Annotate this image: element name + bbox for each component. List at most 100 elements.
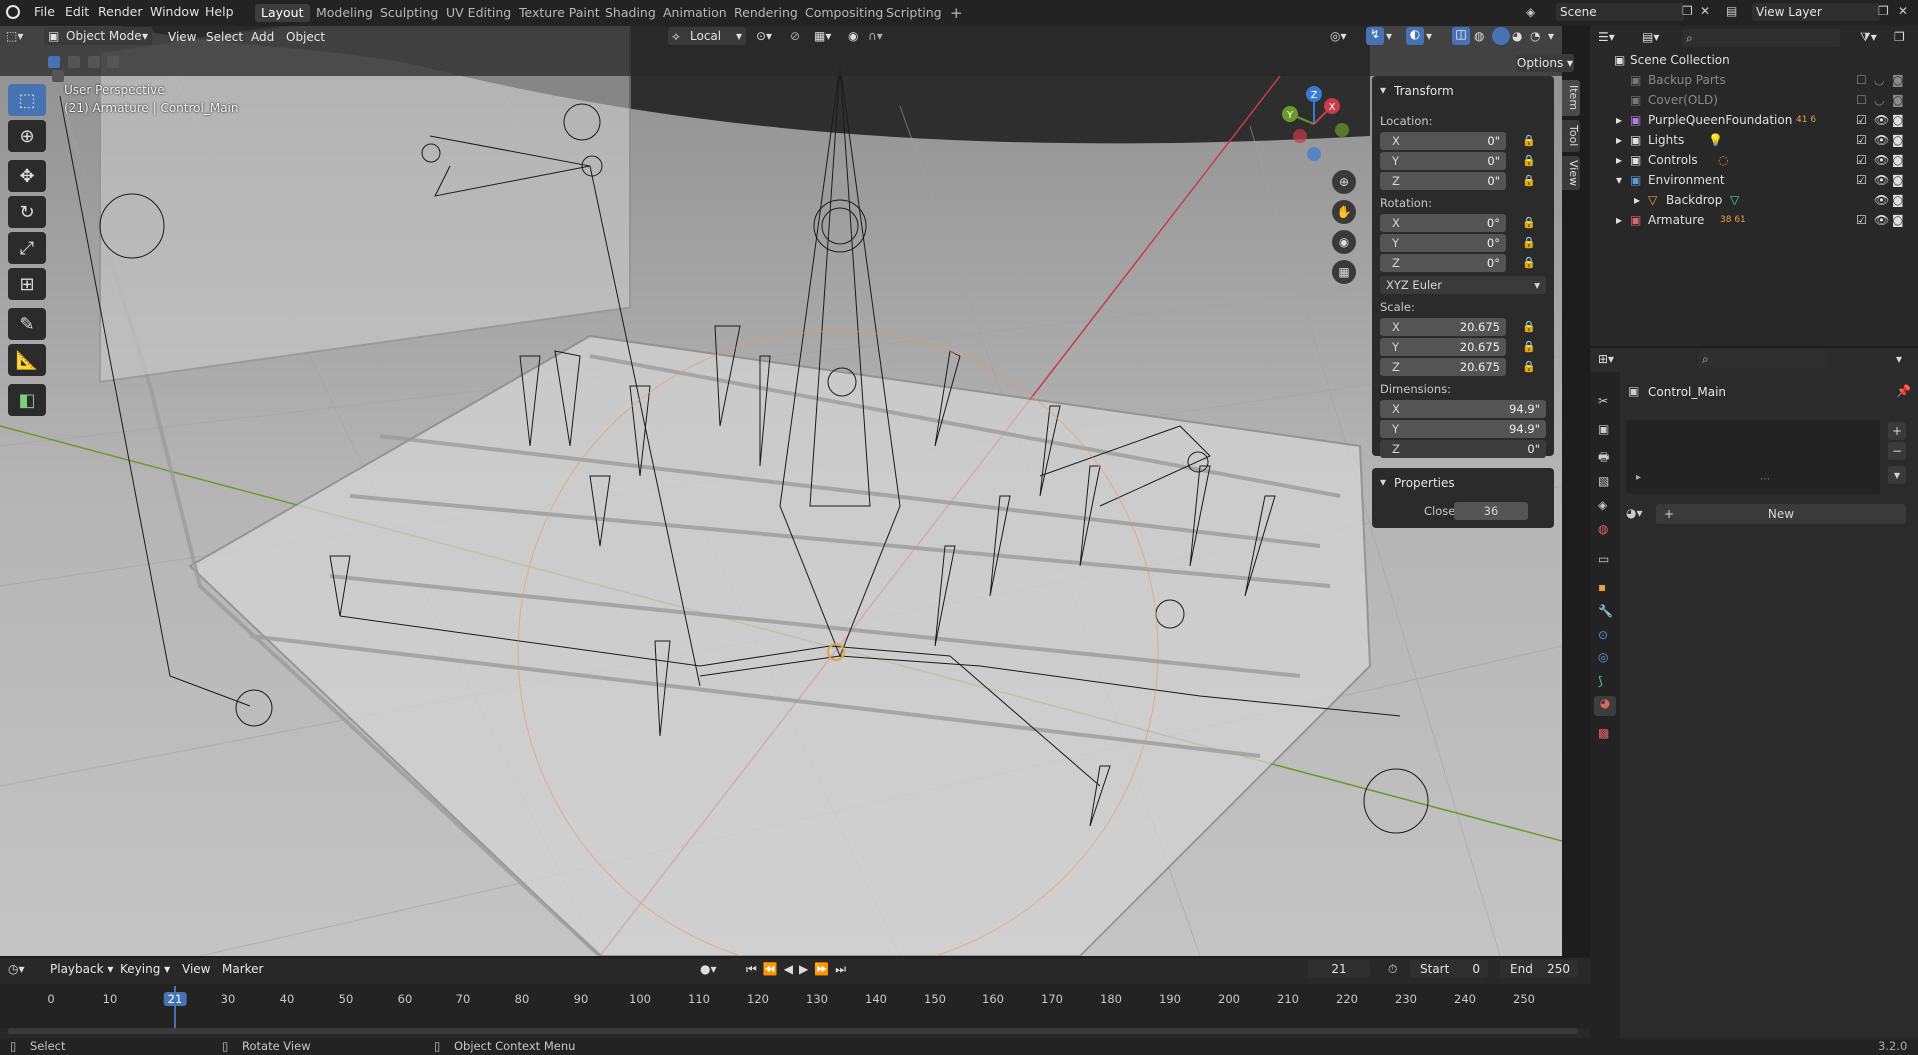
menu-render[interactable]: Render (98, 4, 143, 19)
tab-compositing[interactable]: Compositing (799, 4, 889, 22)
tab-modeling[interactable]: Modeling (310, 4, 379, 22)
expand-icon[interactable]: ▸ (1616, 110, 1622, 130)
delete-scene-icon[interactable]: ✕ (1700, 4, 1710, 18)
camera-icon[interactable]: ◙ (1892, 90, 1904, 110)
view-layer-selector[interactable]: View Layer (1752, 3, 1880, 21)
tab-scripting[interactable]: Scripting (880, 4, 948, 22)
tab-animation[interactable]: Animation (657, 4, 733, 22)
properties-chevron-icon[interactable]: ▾ (1380, 475, 1386, 489)
location-x-field[interactable]: X 0" (1380, 132, 1506, 150)
tab-texture-paint[interactable]: Texture Paint (513, 4, 606, 22)
remove-slot-icon[interactable]: − (1888, 442, 1906, 460)
constraints-tab-icon[interactable]: ⟆ (1598, 674, 1603, 688)
material-slot-list[interactable] (1626, 420, 1880, 494)
resize-grip-icon[interactable]: ⋯ (1760, 474, 1770, 485)
checkbox-icon[interactable]: ☑ (1856, 210, 1867, 230)
checkbox-icon[interactable]: ☐ (1856, 70, 1867, 90)
blender-logo-icon[interactable] (6, 5, 20, 19)
prev-keyframe-icon[interactable]: ⏪ (763, 962, 784, 976)
scale-z-field[interactable]: Z 20.675 (1380, 358, 1506, 376)
object-tab-icon[interactable]: ▪ (1598, 580, 1606, 594)
delete-view-layer-icon[interactable]: ✕ (1898, 4, 1908, 18)
transform-icon[interactable]: ⊞ (8, 268, 46, 300)
lock-icon[interactable]: 🔒 (1522, 154, 1536, 167)
menu-timeline-view[interactable]: View (176, 960, 216, 978)
menu-object[interactable]: Object (280, 28, 331, 46)
outliner-editor-icon[interactable]: ☰▾ (1598, 30, 1615, 44)
annotate-icon[interactable]: ✎ (8, 308, 46, 340)
proportional-edit-icon[interactable]: ◉ (848, 29, 858, 43)
menu-help[interactable]: Help (205, 4, 234, 19)
material-tab-icon[interactable]: ◕ (1594, 696, 1616, 716)
menu-select[interactable]: Select (200, 28, 249, 46)
rotation-z-field[interactable]: Z 0° (1380, 254, 1506, 272)
options-button[interactable]: Options ▾ (1516, 54, 1574, 72)
outliner-row[interactable]: ▣ Scene Collection (1590, 50, 1918, 70)
play-reverse-icon[interactable]: ◀ (784, 962, 799, 976)
falloff-icon[interactable]: ∩▾ (868, 29, 883, 43)
3d-viewport[interactable]: Z X Y ⊕ ✋ ◉ ▦ (0, 26, 1562, 956)
material-browse-icon[interactable]: ◕▾ (1626, 506, 1643, 520)
select-new-icon[interactable] (48, 55, 60, 68)
tab-view[interactable]: View (1562, 156, 1580, 190)
tab-item[interactable]: Item (1562, 80, 1580, 116)
expand-icon[interactable]: ▸ (1634, 190, 1640, 210)
scene-icon[interactable]: ◈ (1526, 5, 1542, 19)
outliner-search-input[interactable]: ⌕ (1682, 29, 1840, 47)
add-workspace-button[interactable]: + (944, 4, 969, 22)
tab-shading[interactable]: Shading (599, 4, 662, 22)
menu-marker[interactable]: Marker (216, 960, 269, 978)
location-y-field[interactable]: Y 0" (1380, 152, 1506, 170)
properties-editor-icon[interactable]: ⊞▾ (1598, 352, 1614, 366)
texture-tab-icon[interactable]: ▩ (1598, 726, 1609, 740)
output-tab-icon[interactable]: 🖶 (1598, 448, 1609, 469)
dimensions-y-field[interactable]: Y 94.9" (1380, 420, 1546, 438)
tab-rendering[interactable]: Rendering (728, 4, 804, 22)
tab-layout[interactable]: Layout (255, 4, 310, 22)
xray-toggle-icon[interactable]: ◫ (1452, 27, 1470, 45)
chevron-down-icon[interactable]: ▾ (1548, 29, 1554, 43)
menu-add[interactable]: Add (245, 28, 280, 46)
outliner-row[interactable]: ▸ ▣ PurpleQueenFoundation 41 6 ☑ 👁 ◙ (1590, 110, 1918, 130)
chevron-down-icon[interactable]: ▾ (1426, 29, 1432, 43)
outliner-row[interactable]: ▸ ▣ Armature 38 61 ☑ 👁 ◙ (1590, 210, 1918, 230)
menu-window[interactable]: Window (150, 4, 199, 19)
eye-icon[interactable]: 👁 (1874, 210, 1889, 230)
snap-target-icon[interactable]: ▦▾ (814, 29, 831, 43)
perspective-grid-icon[interactable]: ▦ (1332, 260, 1356, 284)
lock-icon[interactable]: 🔒 (1522, 216, 1536, 229)
select-intersect-icon[interactable] (52, 69, 64, 82)
camera-icon[interactable]: ◙ (1892, 190, 1904, 210)
playback-controls[interactable]: ⏮⏪◀▶⏩⏭ (746, 962, 852, 977)
checkbox-icon[interactable]: ☐ (1856, 90, 1867, 110)
eye-icon[interactable]: 👁 (1874, 170, 1889, 190)
cursor-icon[interactable]: ⊕ (8, 120, 46, 152)
rendered-shading-icon[interactable]: ◔ (1530, 29, 1540, 43)
new-scene-icon[interactable]: ❐ (1682, 4, 1693, 18)
outliner-row[interactable]: ▾ ▣ Environment ☑ 👁 ◙ (1590, 170, 1918, 190)
lock-icon[interactable]: 🔒 (1522, 236, 1536, 249)
camera-icon[interactable]: ◙ (1892, 210, 1904, 230)
camera-icon[interactable]: ◙ (1892, 170, 1904, 190)
mode-selector[interactable]: ▣ Object Mode ▾ (44, 27, 152, 45)
menu-edit[interactable]: Edit (65, 4, 89, 19)
add-slot-icon[interactable]: + (1888, 422, 1906, 440)
overlays-toggle-icon[interactable]: ◐ (1406, 27, 1424, 45)
select-subtract-icon[interactable] (87, 55, 100, 68)
select-invert-icon[interactable] (107, 55, 120, 68)
checkbox-icon[interactable]: ☑ (1856, 170, 1867, 190)
tool-tab-icon[interactable]: ✂ (1598, 394, 1608, 408)
editor-type-icon[interactable]: ⬚▾ (6, 29, 23, 43)
outliner-row[interactable]: ▣ Backup Parts ☐ ◡ ◙ (1590, 70, 1918, 90)
eye-icon[interactable]: 👁 (1874, 190, 1889, 210)
view-layer-tab-icon[interactable]: ▧ (1598, 474, 1609, 488)
current-frame-field[interactable]: 21 (1308, 960, 1370, 978)
lock-icon[interactable]: 🔒 (1522, 340, 1536, 353)
lock-icon[interactable]: 🔒 (1522, 174, 1536, 187)
current-frame-marker[interactable]: 21 (163, 992, 187, 1006)
wireframe-shading-icon[interactable]: ◍ (1474, 29, 1484, 43)
outliner-row[interactable]: ▸ ▽ Backdrop ▽ 👁 ◙ (1590, 190, 1918, 210)
camera-view-icon[interactable]: ◉ (1332, 230, 1356, 254)
start-frame-field[interactable]: Start 0 (1410, 960, 1488, 978)
rotation-mode-dropdown[interactable]: XYZ Euler ▾ (1380, 276, 1546, 294)
